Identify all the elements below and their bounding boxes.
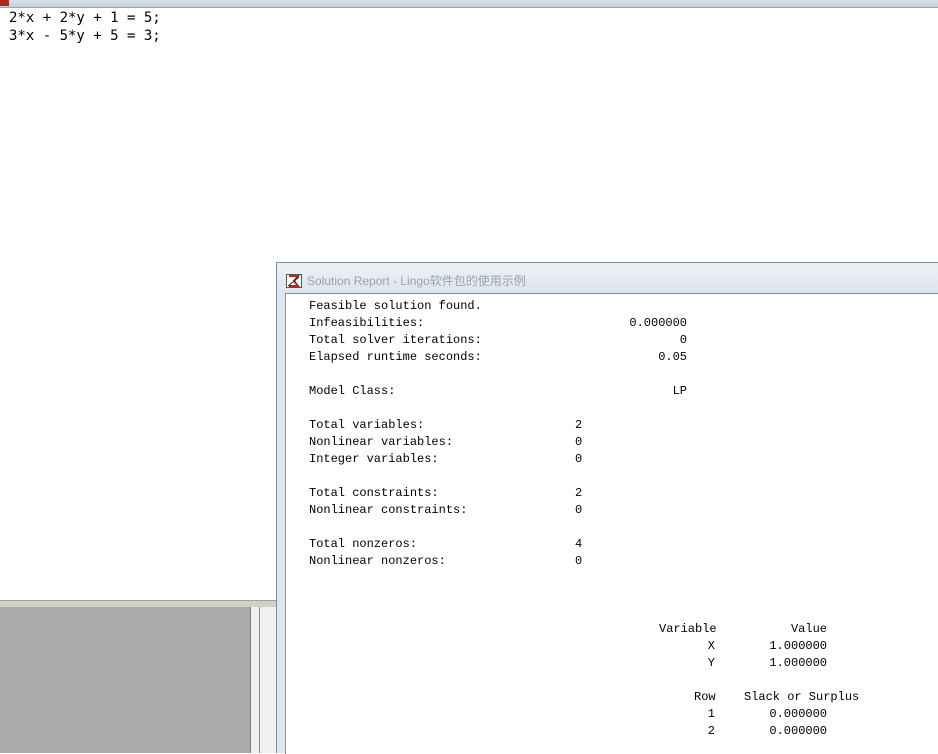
code-line-1[interactable]: 2*x + 2*y + 1 = 5; (9, 10, 161, 27)
editor-titlebar[interactable] (0, 0, 938, 8)
nonlinear-constraints-label: Nonlinear constraints: (309, 503, 468, 517)
elapsed-runtime-label: Elapsed runtime seconds: (309, 350, 482, 364)
slack-surplus-column-header: Slack or Surplus (744, 690, 860, 704)
solver-iterations-value: 0 (679, 333, 687, 347)
solution-report-window[interactable]: Solution Report - Lingo软件包的使用示例 Feasible… (276, 262, 938, 754)
nonlinear-nonzeros-label: Nonlinear nonzeros: (309, 554, 446, 568)
nonlinear-variables-value: 0 (575, 435, 583, 449)
total-nonzeros-value: 4 (575, 537, 583, 551)
infeasibilities-value: 0.000000 (629, 316, 687, 330)
variable-name-y: Y (707, 656, 715, 670)
infeasibilities-label: Infeasibilities: (309, 316, 425, 330)
row-slack-2: 0.000000 (769, 724, 827, 738)
report-text-area[interactable]: Feasible solution found. Infeasibilities… (285, 293, 938, 754)
mdi-workspace-background (0, 607, 250, 753)
variable-name-x: X (707, 639, 715, 653)
total-constraints-label: Total constraints: (309, 486, 439, 500)
row-column-header: Row (694, 690, 716, 704)
model-class-value: LP (672, 384, 687, 398)
nonlinear-variables-label: Nonlinear variables: (309, 435, 454, 449)
total-variables-value: 2 (575, 418, 583, 432)
nonlinear-nonzeros-value: 0 (575, 554, 583, 568)
status-text: Feasible solution found. (309, 299, 482, 313)
code-line-2[interactable]: 3*x - 5*y + 5 = 3; (9, 28, 161, 45)
total-nonzeros-label: Total nonzeros: (309, 537, 418, 551)
elapsed-runtime-value: 0.05 (658, 350, 687, 364)
row-slack-1: 0.000000 (769, 707, 827, 721)
value-column-header: Value (790, 622, 827, 636)
integer-variables-label: Integer variables: (309, 452, 439, 466)
report-titlebar[interactable]: Solution Report - Lingo软件包的使用示例 (277, 263, 938, 293)
variable-value-x: 1.000000 (769, 639, 827, 653)
variable-value-y: 1.000000 (769, 656, 827, 670)
total-variables-label: Total variables: (309, 418, 425, 432)
row-number-2: 2 (707, 724, 715, 738)
lingo-sigma-icon (286, 274, 302, 288)
report-title: Solution Report - Lingo软件包的使用示例 (307, 274, 526, 288)
row-number-1: 1 (707, 707, 715, 721)
lingo-app-icon (0, 0, 9, 6)
model-class-label: Model Class: (309, 384, 396, 398)
integer-variables-value: 0 (575, 452, 583, 466)
solver-iterations-label: Total solver iterations: (309, 333, 482, 347)
total-constraints-value: 2 (575, 486, 583, 500)
nonlinear-constraints-value: 0 (575, 503, 583, 517)
window-frame-strip (250, 607, 278, 753)
frame-divider (259, 607, 260, 753)
